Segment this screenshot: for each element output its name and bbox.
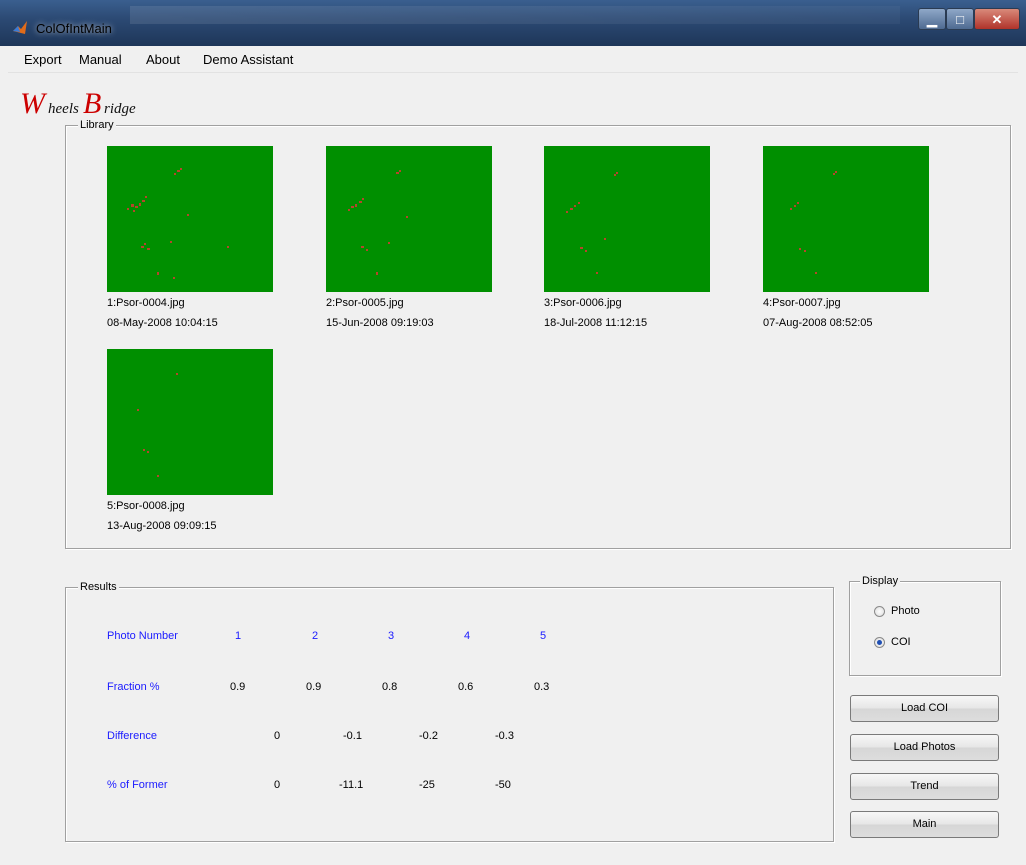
window-title: ColOfIntMain xyxy=(36,21,112,36)
menu-bar: Export Manual About Demo Assistant xyxy=(8,46,1018,73)
coi-image xyxy=(107,146,273,292)
photo-thumbnail-4[interactable] xyxy=(763,146,929,292)
radio-coi-label: COI xyxy=(891,636,911,648)
pct-former-value: -11.1 xyxy=(339,779,364,791)
library-label: Library xyxy=(78,119,116,131)
photo-number-value: 4 xyxy=(464,630,471,642)
radio-coi[interactable]: COI xyxy=(874,636,911,648)
photo-number-value: 5 xyxy=(540,630,547,642)
app-window: ColOfIntMain ▁ □ ✕ Export Manual About D… xyxy=(0,0,1026,865)
difference-value: 0 xyxy=(274,730,281,742)
maximize-button[interactable]: □ xyxy=(946,8,974,30)
radio-photo-label: Photo xyxy=(891,605,920,617)
pct-former-value: -25 xyxy=(419,779,435,791)
photo-number-value: 3 xyxy=(388,630,395,642)
difference-value: -0.1 xyxy=(343,730,362,742)
photo-date-4: 07-Aug-2008 08:52:05 xyxy=(763,317,873,329)
photo-name-3: 3:Psor-0006.jpg xyxy=(544,297,622,309)
fraction-value: 0.8 xyxy=(382,681,398,693)
close-button[interactable]: ✕ xyxy=(974,8,1020,30)
display-panel xyxy=(849,581,1001,676)
menu-manual[interactable]: Manual xyxy=(79,52,122,67)
trend-button[interactable]: Trend xyxy=(850,773,999,800)
svg-text:B: B xyxy=(83,87,101,120)
photo-date-5: 13-Aug-2008 09:09:15 xyxy=(107,520,217,532)
display-label: Display xyxy=(860,575,901,587)
photo-thumbnail-5[interactable] xyxy=(107,349,273,495)
photo-date-2: 15-Jun-2008 09:19:03 xyxy=(326,317,434,329)
load-coi-button[interactable]: Load COI xyxy=(850,695,999,722)
menu-demo-assistant[interactable]: Demo Assistant xyxy=(203,52,293,67)
photo-number-value: 1 xyxy=(235,630,242,642)
photo-thumbnail-2[interactable] xyxy=(326,146,492,292)
title-bar[interactable]: ColOfIntMain ▁ □ ✕ xyxy=(0,0,1026,46)
coi-image xyxy=(763,146,929,292)
wheelsbridge-logo: W heels B ridge xyxy=(20,87,136,120)
load-photos-button[interactable]: Load Photos xyxy=(850,734,999,761)
minimize-button[interactable]: ▁ xyxy=(918,8,946,30)
menu-about[interactable]: About xyxy=(146,52,180,67)
photo-number-value: 2 xyxy=(312,630,319,642)
close-icon: ✕ xyxy=(991,12,1003,27)
coi-image xyxy=(107,349,273,495)
difference-label: Difference xyxy=(107,730,157,742)
photo-name-4: 4:Psor-0007.jpg xyxy=(763,297,841,309)
results-panel xyxy=(65,587,834,842)
menu-export[interactable]: Export xyxy=(24,52,62,67)
radio-photo-indicator[interactable] xyxy=(874,605,885,617)
photo-number-label: Photo Number xyxy=(107,630,178,642)
fraction-value: 0.6 xyxy=(458,681,474,693)
fraction-value: 0.9 xyxy=(306,681,322,693)
minimize-icon: ▁ xyxy=(927,12,937,27)
photo-date-3: 18-Jul-2008 11:12:15 xyxy=(544,317,648,329)
maximize-icon: □ xyxy=(956,12,964,27)
fraction-value: 0.3 xyxy=(534,681,550,693)
coi-image xyxy=(544,146,710,292)
photo-thumbnail-1[interactable] xyxy=(107,146,273,292)
matlab-app-icon xyxy=(13,21,27,34)
difference-value: -0.2 xyxy=(419,730,438,742)
pct-former-value: 0 xyxy=(274,779,281,791)
photo-name-5: 5:Psor-0008.jpg xyxy=(107,500,185,512)
radio-photo[interactable]: Photo xyxy=(874,605,920,617)
difference-value: -0.3 xyxy=(495,730,514,742)
svg-text:ridge: ridge xyxy=(104,101,136,117)
radio-coi-indicator[interactable] xyxy=(874,636,885,648)
photo-name-2: 2:Psor-0005.jpg xyxy=(326,297,404,309)
coi-image xyxy=(326,146,492,292)
main-button[interactable]: Main xyxy=(850,811,999,838)
results-label: Results xyxy=(78,581,119,593)
svg-text:W: W xyxy=(20,87,48,120)
photo-date-1: 08-May-2008 10:04:15 xyxy=(107,317,218,329)
title-bar-background xyxy=(130,6,900,24)
photo-thumbnail-3[interactable] xyxy=(544,146,710,292)
photo-name-1: 1:Psor-0004.jpg xyxy=(107,297,185,309)
fraction-label: Fraction % xyxy=(107,681,160,693)
pct-former-label: % of Former xyxy=(107,779,168,791)
pct-former-value: -50 xyxy=(495,779,511,791)
fraction-value: 0.9 xyxy=(230,681,246,693)
svg-text:heels: heels xyxy=(48,101,79,117)
